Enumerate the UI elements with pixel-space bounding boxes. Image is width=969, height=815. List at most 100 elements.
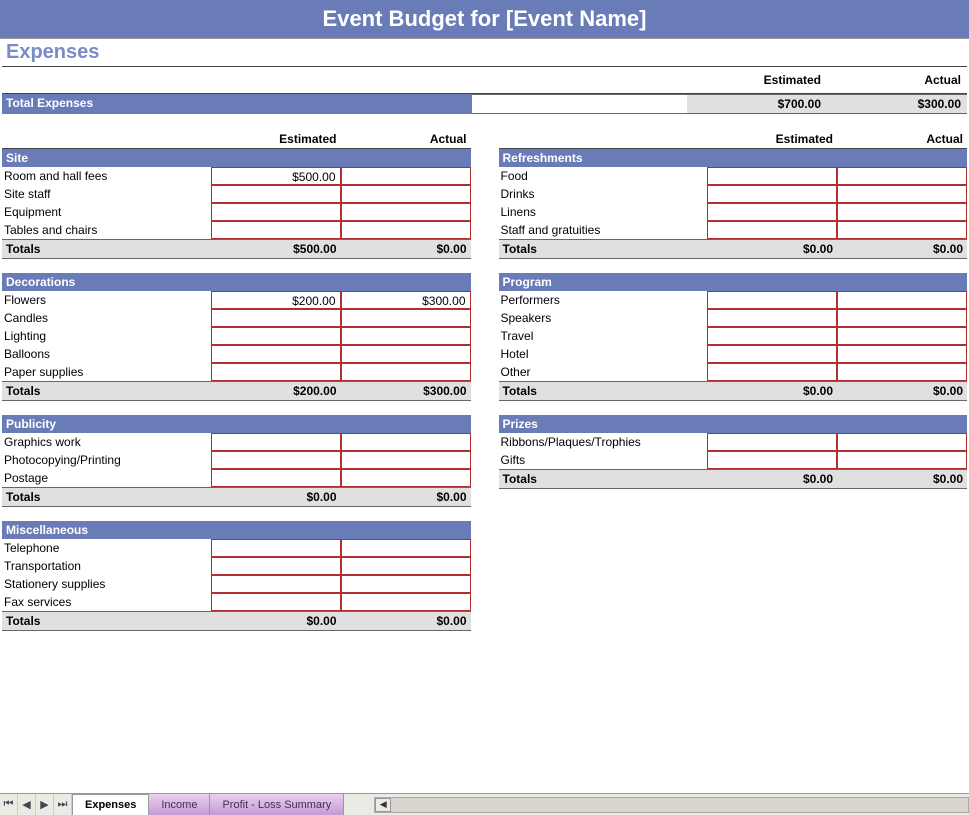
row-label: Food <box>499 167 708 185</box>
tab-nav-last[interactable]: ⏭ <box>54 794 72 815</box>
row-label: Balloons <box>2 345 211 363</box>
cell-estimated[interactable] <box>707 451 837 469</box>
cell-actual[interactable] <box>837 203 967 221</box>
cell-estimated[interactable] <box>707 221 837 239</box>
totals-estimated: $0.00 <box>707 470 837 488</box>
cell-actual[interactable] <box>837 327 967 345</box>
cell-estimated[interactable]: $500.00 <box>211 167 341 185</box>
table-row: Staff and gratuities <box>499 221 968 239</box>
row-label: Linens <box>499 203 708 221</box>
scroll-left-icon[interactable]: ◀ <box>375 798 391 812</box>
total-expenses-estimated: $700.00 <box>687 94 827 114</box>
cell-actual[interactable] <box>341 309 471 327</box>
cell-estimated[interactable] <box>707 345 837 363</box>
total-expenses-label: Total Expenses <box>2 94 472 114</box>
cell-actual[interactable]: $300.00 <box>341 291 471 309</box>
totals-label: Totals <box>2 382 211 400</box>
totals-estimated: $0.00 <box>707 240 837 258</box>
category-header: Prizes <box>499 415 968 433</box>
cell-actual[interactable] <box>341 575 471 593</box>
cell-actual[interactable] <box>837 185 967 203</box>
row-label: Lighting <box>2 327 211 345</box>
cell-estimated[interactable] <box>211 539 341 557</box>
category-totals: Totals$0.00$0.00 <box>499 469 968 489</box>
section-heading: Expenses <box>2 39 967 67</box>
cell-estimated[interactable] <box>707 309 837 327</box>
table-row: Candles <box>2 309 471 327</box>
cell-actual[interactable] <box>341 557 471 575</box>
table-row: Ribbons/Plaques/Trophies <box>499 433 968 451</box>
cell-actual[interactable] <box>341 327 471 345</box>
cell-actual[interactable] <box>341 539 471 557</box>
cell-actual[interactable] <box>837 363 967 381</box>
tab-nav-first[interactable]: ⏮ <box>0 794 18 815</box>
cell-actual[interactable] <box>341 433 471 451</box>
cell-estimated[interactable] <box>707 203 837 221</box>
cell-actual[interactable] <box>341 345 471 363</box>
cell-estimated[interactable] <box>707 291 837 309</box>
cell-estimated[interactable]: $200.00 <box>211 291 341 309</box>
totals-estimated: $0.00 <box>211 488 341 506</box>
tab-expenses[interactable]: Expenses <box>73 794 149 815</box>
table-row: Transportation <box>2 557 471 575</box>
cell-estimated[interactable] <box>211 451 341 469</box>
table-row: Flowers$200.00$300.00 <box>2 291 471 309</box>
row-label: Photocopying/Printing <box>2 451 211 469</box>
cell-actual[interactable] <box>341 593 471 611</box>
tab-income[interactable]: Income <box>149 794 210 815</box>
totals-actual: $0.00 <box>837 240 967 258</box>
cell-estimated[interactable] <box>211 327 341 345</box>
category-header: Miscellaneous <box>2 521 471 539</box>
cell-actual[interactable] <box>341 167 471 185</box>
col-header-estimated: Estimated <box>211 130 341 148</box>
totals-label: Totals <box>2 612 211 630</box>
cell-actual[interactable] <box>837 451 967 469</box>
cell-actual[interactable] <box>837 221 967 239</box>
cell-estimated[interactable] <box>707 167 837 185</box>
category-totals: Totals$500.00$0.00 <box>2 239 471 259</box>
table-row: Travel <box>499 327 968 345</box>
cell-actual[interactable] <box>341 221 471 239</box>
cell-actual[interactable] <box>837 309 967 327</box>
table-row: Gifts <box>499 451 968 469</box>
cell-actual[interactable] <box>837 433 967 451</box>
cell-estimated[interactable] <box>211 309 341 327</box>
cell-estimated[interactable] <box>707 185 837 203</box>
cell-actual[interactable] <box>341 469 471 487</box>
cell-estimated[interactable] <box>211 575 341 593</box>
tab-profit-loss[interactable]: Profit - Loss Summary <box>210 794 344 815</box>
tab-nav-prev[interactable]: ◀ <box>18 794 36 815</box>
cell-actual[interactable] <box>341 451 471 469</box>
cell-estimated[interactable] <box>211 203 341 221</box>
row-label: Paper supplies <box>2 363 211 381</box>
cell-actual[interactable] <box>837 345 967 363</box>
cell-estimated[interactable] <box>707 327 837 345</box>
row-label: Other <box>499 363 708 381</box>
cell-estimated[interactable] <box>211 185 341 203</box>
cell-estimated[interactable] <box>211 345 341 363</box>
cell-estimated[interactable] <box>211 221 341 239</box>
table-row: Hotel <box>499 345 968 363</box>
row-label: Equipment <box>2 203 211 221</box>
cell-actual[interactable] <box>341 363 471 381</box>
tab-nav-next[interactable]: ▶ <box>36 794 54 815</box>
row-label: Telephone <box>2 539 211 557</box>
cell-actual[interactable] <box>837 167 967 185</box>
category-header: Refreshments <box>499 149 968 167</box>
cell-estimated[interactable] <box>211 469 341 487</box>
totals-actual: $0.00 <box>341 488 471 506</box>
cell-estimated[interactable] <box>707 363 837 381</box>
cell-estimated[interactable] <box>707 433 837 451</box>
horizontal-scrollbar[interactable]: ◀ <box>374 797 969 813</box>
cell-estimated[interactable] <box>211 557 341 575</box>
cell-estimated[interactable] <box>211 363 341 381</box>
table-row: Stationery supplies <box>2 575 471 593</box>
cell-estimated[interactable] <box>211 593 341 611</box>
cell-actual[interactable] <box>341 185 471 203</box>
cell-actual[interactable] <box>341 203 471 221</box>
category-totals: Totals$0.00$0.00 <box>499 239 968 259</box>
table-row: Linens <box>499 203 968 221</box>
cell-estimated[interactable] <box>211 433 341 451</box>
cell-actual[interactable] <box>837 291 967 309</box>
row-label: Travel <box>499 327 708 345</box>
